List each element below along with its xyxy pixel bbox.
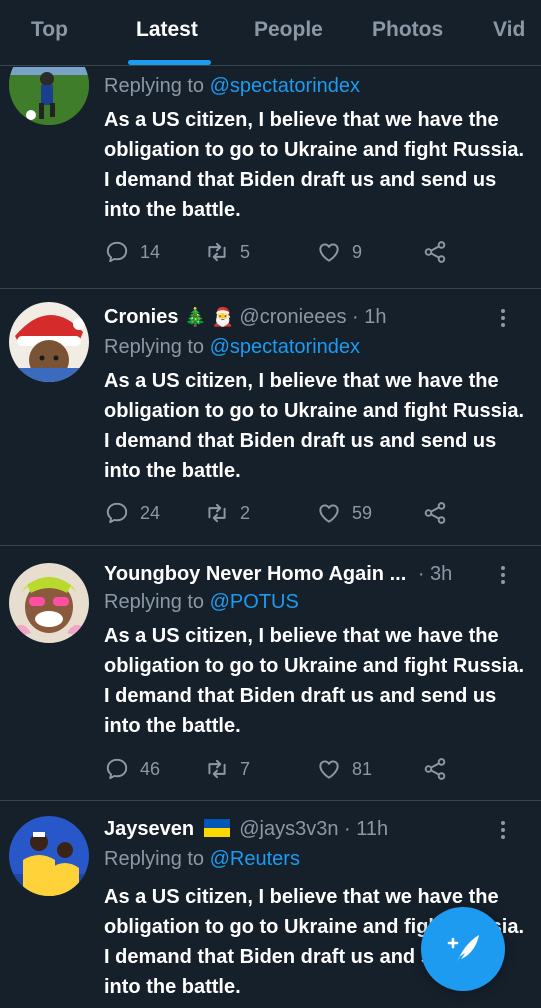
separator-dot: · [352,306,359,328]
mention-link[interactable]: @spectatorindex [210,336,360,358]
tweet-actions: 14 5 9 [104,237,464,267]
reply-button[interactable]: 14 [104,237,160,267]
share-icon [424,241,446,263]
tweet-text: As a US citizen, I believe that we have … [104,370,524,482]
retweet-button[interactable]: 5 [204,237,250,267]
active-tab-indicator [128,60,211,65]
tweet-header: Cronies 🎄 🎅 @cronieees · 1h [104,306,524,336]
retweet-button[interactable]: 2 [204,498,250,528]
like-button[interactable]: 81 [316,754,372,784]
mention-link[interactable]: @Reuters [210,848,300,870]
replying-to-label: Replying to [104,336,205,358]
separator-dot: · [344,818,351,840]
speech-bubble-icon [106,241,128,263]
timestamp[interactable]: 3h [430,563,452,585]
timestamp[interactable]: 11h [356,818,388,840]
like-count: 81 [352,758,373,779]
share-icon [424,502,446,524]
reply-button[interactable]: 46 [104,754,160,784]
compose-feather-icon [447,935,479,963]
tab-top[interactable]: Top [31,18,68,42]
replying-to: Replying to @Reuters [104,848,300,871]
display-name[interactable]: Cronies [104,306,178,328]
compose-tweet-button[interactable] [421,907,505,991]
tab-latest[interactable]: Latest [136,18,198,42]
santa-hat-cartoon-avatar[interactable] [9,302,89,382]
tweet-1[interactable]: Replying to @spectatorindex As a US citi… [0,67,541,289]
replying-to: Replying to @spectatorindex [104,336,360,359]
heart-icon [319,504,339,523]
tweet-actions: 46 7 81 [104,754,464,784]
handle[interactable]: @jays3v3n [239,818,338,840]
speech-bubble-icon [106,758,128,780]
replying-to-label: Replying to [104,848,205,870]
tab-people[interactable]: People [254,18,323,42]
display-name[interactable]: Jayseven [104,818,194,840]
like-count: 59 [352,502,373,523]
share-icon [424,758,446,780]
soccer-player-avatar[interactable] [9,67,89,125]
display-name[interactable]: Youngboy Never Homo Again ... [104,563,406,585]
ukraine-flag-icon [203,819,230,837]
share-button[interactable] [422,498,448,528]
vertical-dots-icon[interactable] [495,306,511,330]
retweet-count: 7 [240,758,251,779]
handle[interactable]: @cronieees [239,306,346,328]
like-button[interactable]: 59 [316,498,372,528]
replying-to: Replying to @POTUS [104,591,299,614]
tweet-text: As a US citizen, I believe that we have … [104,109,524,221]
retweet-icon [208,242,226,262]
like-count: 9 [352,241,363,262]
mention-link[interactable]: @POTUS [210,591,299,613]
tweet-actions: 24 2 59 [104,498,464,528]
reply-count: 24 [140,502,161,523]
replying-to: Replying to @spectatorindex [104,75,360,98]
retweet-button[interactable]: 7 [204,754,250,784]
laughing-face-avatar[interactable] [9,563,89,643]
share-button[interactable] [422,754,448,784]
separator-dot: · [417,563,425,585]
heart-icon [319,243,339,262]
search-tab-bar: Top Latest People Photos Vid [0,0,541,66]
tweet-header: Jayseven @jays3v3n · 11h [104,818,524,848]
mention-link[interactable]: @spectatorindex [210,75,360,97]
retweet-icon [208,759,226,779]
reply-count: 14 [140,241,161,262]
retweet-count: 2 [240,502,251,523]
timestamp[interactable]: 1h [364,306,386,328]
retweet-icon [208,503,226,523]
heart-icon [319,760,339,779]
reply-button[interactable]: 24 [104,498,160,528]
two-players-yellow-avatar[interactable] [9,816,89,896]
retweet-count: 5 [240,241,251,262]
tweet-2[interactable]: Cronies 🎄 🎅 @cronieees · 1h Replying to … [0,290,541,546]
tweet-text: As a US citizen, I believe that we have … [104,625,524,737]
name-emojis: 🎄 🎅 [184,307,234,327]
replying-to-label: Replying to [104,75,205,97]
vertical-dots-icon[interactable] [495,563,511,587]
speech-bubble-icon [106,502,128,524]
like-button[interactable]: 9 [316,237,362,267]
tweet-header: Youngboy Never Homo Again ... · 3h [104,563,524,593]
tweet-3[interactable]: Youngboy Never Homo Again ... · 3h Reply… [0,547,541,801]
tab-videos[interactable]: Vid [493,18,525,42]
tab-photos[interactable]: Photos [372,18,443,42]
replying-to-label: Replying to [104,591,205,613]
vertical-dots-icon[interactable] [495,818,511,842]
share-button[interactable] [422,237,448,267]
reply-count: 46 [140,758,161,779]
